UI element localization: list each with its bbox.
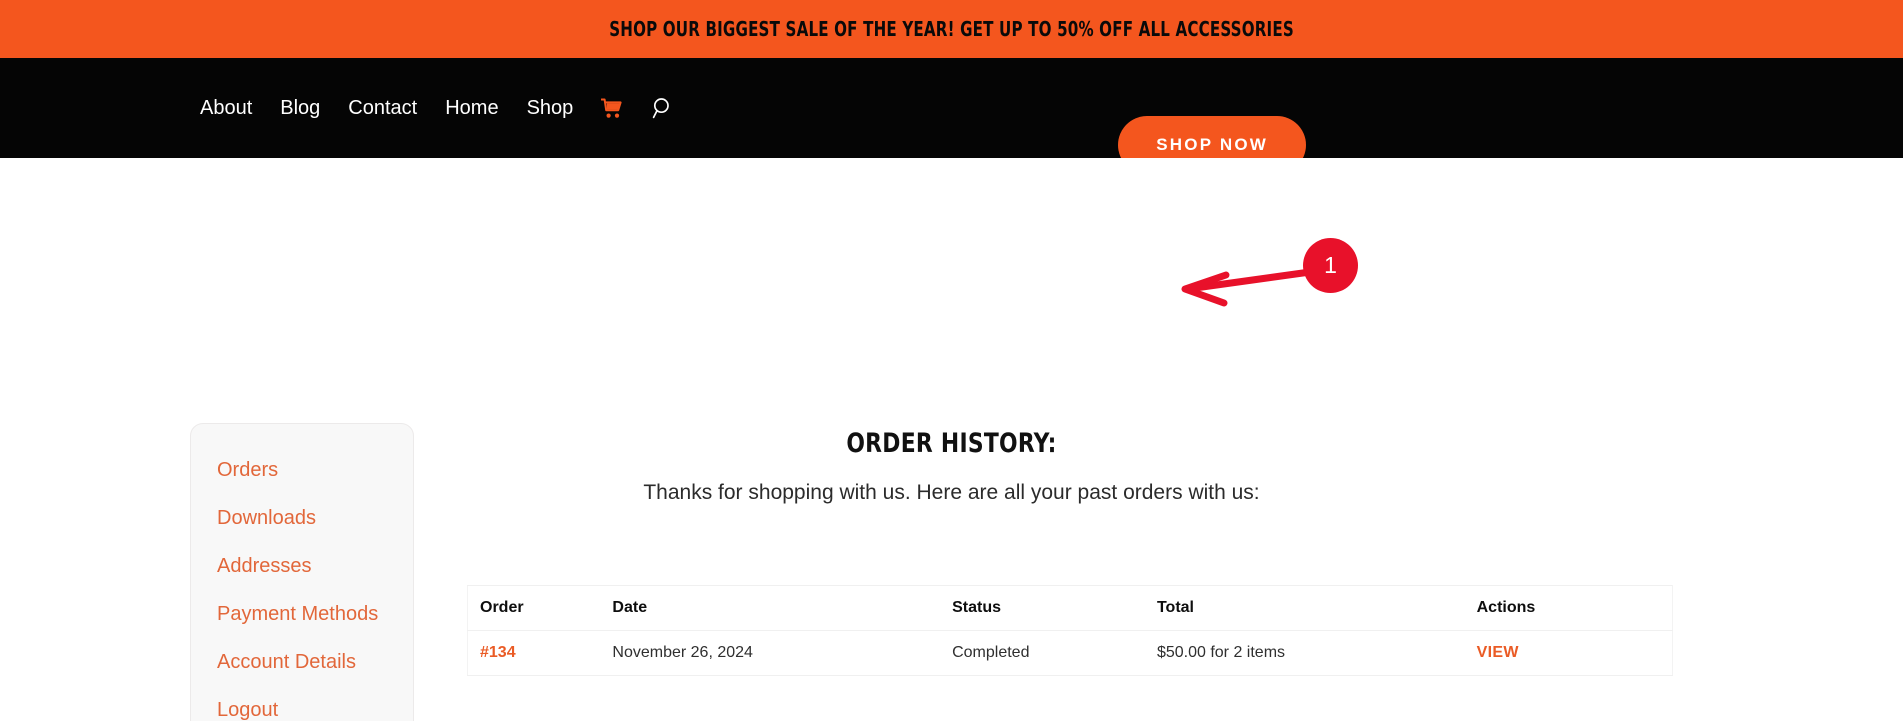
table-row: #134 November 26, 2024 Completed $50.00 …: [467, 630, 1673, 676]
cell-total: $50.00 for 2 items: [1146, 630, 1467, 676]
orders-table-container: Order Date Status Total Actions #134 Nov…: [467, 585, 1673, 676]
cell-actions: VIEW: [1466, 630, 1673, 676]
nav-links-group: About Blog Contact Home Shop: [186, 97, 688, 119]
page-body: Orders Downloads Addresses Payment Metho…: [0, 158, 1903, 721]
nav-link-contact[interactable]: Contact: [334, 98, 431, 118]
page-intro-text: Thanks for shopping with us. Here are al…: [643, 481, 1260, 504]
sidebar-item-addresses[interactable]: Addresses: [191, 542, 413, 590]
column-header-date: Date: [602, 585, 943, 631]
account-sidebar: Orders Downloads Addresses Payment Metho…: [190, 423, 414, 721]
promo-banner: SHOP OUR BIGGEST SALE OF THE YEAR! GET U…: [0, 0, 1903, 58]
main-navigation: About Blog Contact Home Shop SHOP NOW: [0, 58, 1903, 174]
sidebar-item-account-details[interactable]: Account Details: [191, 638, 413, 686]
cell-status: Completed: [942, 630, 1147, 676]
nav-link-about[interactable]: About: [186, 98, 266, 118]
column-header-order: Order: [467, 585, 603, 631]
orders-table-head: Order Date Status Total Actions: [467, 585, 1673, 631]
cell-date: November 26, 2024: [602, 630, 943, 676]
sidebar-item-payment-methods[interactable]: Payment Methods: [191, 590, 413, 638]
cart-icon[interactable]: [587, 98, 638, 119]
nav-link-home[interactable]: Home: [431, 98, 512, 118]
search-icon[interactable]: [638, 97, 688, 119]
order-number-link[interactable]: #134: [480, 644, 516, 661]
orders-table-body: #134 November 26, 2024 Completed $50.00 …: [467, 630, 1673, 676]
orders-table: Order Date Status Total Actions #134 Nov…: [467, 585, 1673, 676]
column-header-total: Total: [1146, 585, 1467, 631]
page-title: ORDER HISTORY:: [846, 428, 1057, 459]
promo-banner-text: SHOP OUR BIGGEST SALE OF THE YEAR! GET U…: [609, 17, 1294, 41]
cell-order: #134: [467, 630, 603, 676]
nav-link-blog[interactable]: Blog: [266, 98, 334, 118]
table-header-row: Order Date Status Total Actions: [467, 585, 1673, 631]
view-order-link[interactable]: VIEW: [1477, 644, 1519, 661]
column-header-actions: Actions: [1466, 585, 1673, 631]
nav-link-shop[interactable]: Shop: [513, 98, 588, 118]
column-header-status: Status: [942, 585, 1147, 631]
